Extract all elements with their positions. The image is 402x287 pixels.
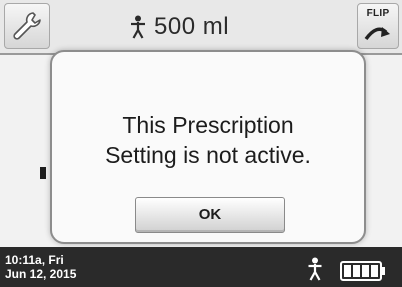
battery-bar <box>371 265 378 277</box>
flip-label: FLIP <box>366 8 390 19</box>
person-icon <box>131 15 145 39</box>
dialog-message: This Prescription Setting is not active. <box>52 110 364 170</box>
battery-icon <box>340 261 385 281</box>
volume-value: 500 ml <box>154 13 230 40</box>
status-bar: 10:11a, Fri Jun 12, 2015 <box>0 247 402 287</box>
person-icon <box>308 257 322 281</box>
date-label: Jun 12, 2015 <box>5 267 77 281</box>
flip-arrow-icon <box>364 27 390 41</box>
dialog-message-line-2: Setting is not active. <box>105 142 311 168</box>
battery-bar <box>362 265 369 277</box>
alert-dialog: This Prescription Setting is not active.… <box>50 50 366 244</box>
device-screen: 500 ml FLIP This Prescription Setting is… <box>0 0 402 287</box>
volume-display: 500 ml <box>130 10 229 44</box>
background-icon-fragment <box>40 167 46 179</box>
battery-bar <box>353 265 360 277</box>
dialog-message-line-1: This Prescription <box>122 112 294 138</box>
header-bar: 500 ml FLIP <box>0 0 402 55</box>
battery-bar <box>344 265 351 277</box>
settings-button[interactable] <box>4 3 50 49</box>
ok-button[interactable]: OK <box>135 197 285 233</box>
flip-button[interactable]: FLIP <box>357 3 399 49</box>
time-label: 10:11a, Fri <box>5 253 64 267</box>
wrench-icon <box>13 12 41 40</box>
datetime: 10:11a, Fri Jun 12, 2015 <box>5 253 76 281</box>
